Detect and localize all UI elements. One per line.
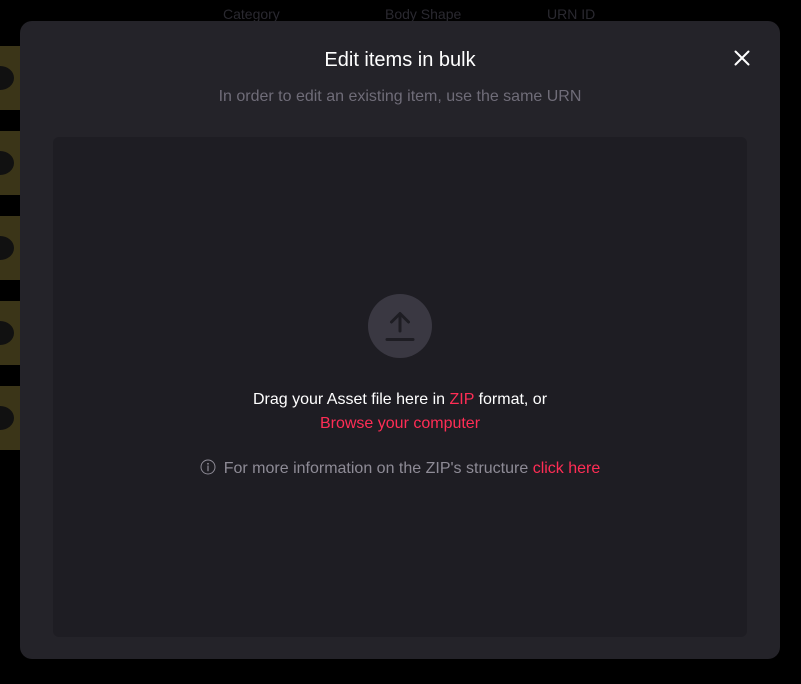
click-here-link[interactable]: click here [533, 460, 601, 477]
drag-instruction-suffix: format, or [474, 391, 548, 408]
info-icon [200, 459, 216, 475]
background-item-thumbnail [0, 386, 20, 450]
upload-icon-circle [368, 294, 432, 358]
browse-line: Browse your computer [53, 415, 747, 433]
background-item-thumbnail [0, 131, 20, 195]
browse-computer-link[interactable]: Browse your computer [320, 415, 480, 432]
background-item-thumbnail [0, 46, 20, 110]
drag-instruction-prefix: Drag your Asset file here in [252, 391, 450, 408]
zip-info-text: For more information on the ZIP's struct… [223, 460, 533, 477]
background-item-thumbnail [0, 216, 20, 280]
zip-info-line: For more information on the ZIP's struct… [53, 459, 747, 478]
background-column-category: Category [223, 6, 280, 22]
upload-icon [385, 312, 415, 341]
modal-title: Edit items in bulk [324, 49, 476, 71]
background-column-body-shape: Body Shape [385, 6, 462, 22]
drag-instruction: Drag your Asset file here in ZIP format,… [53, 391, 747, 409]
modal-subtitle: In order to edit an existing item, use t… [218, 88, 582, 105]
background-column-urn-id: URN ID [547, 6, 596, 22]
zip-format-label: ZIP [449, 391, 475, 408]
file-dropzone[interactable]: Drag your Asset file here in ZIP format,… [53, 137, 747, 637]
background-item-thumbnail [0, 301, 20, 365]
edit-items-modal: Edit items in bulk In order to edit an e… [20, 21, 780, 659]
